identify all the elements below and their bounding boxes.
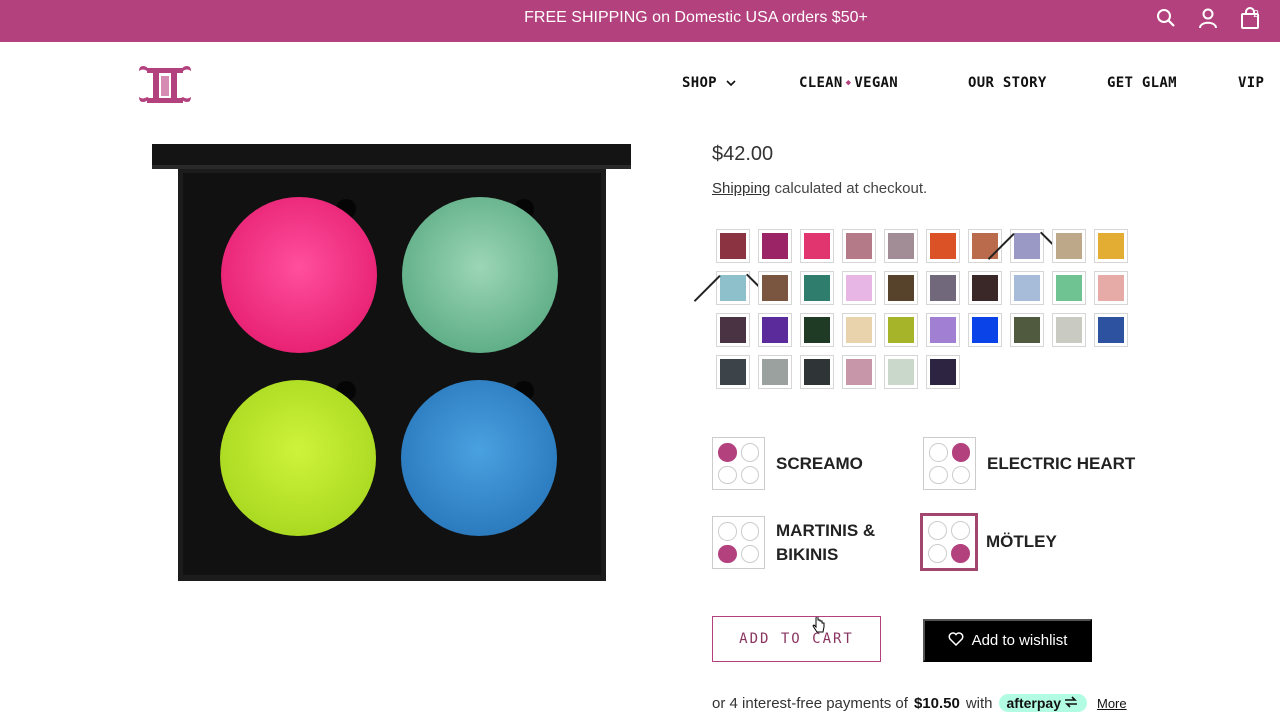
- layout-label: ELECTRIC HEART: [987, 453, 1136, 473]
- chevron-down-icon: [726, 75, 736, 91]
- product-price: $42.00: [712, 143, 774, 165]
- shade-swatch[interactable]: [884, 313, 918, 347]
- layout-icon: [712, 437, 765, 490]
- diamond-icon: ◆: [845, 78, 852, 88]
- heart-icon: [948, 631, 964, 650]
- shade-swatch[interactable]: [800, 229, 834, 263]
- layout-icon: [923, 437, 976, 490]
- cart-count: 2: [1253, 8, 1259, 20]
- shipping-note: Shipping calculated at checkout.: [712, 180, 927, 197]
- search-icon[interactable]: [1154, 6, 1178, 30]
- nav-clean-label: CLEAN: [799, 75, 843, 91]
- shade-swatch[interactable]: [1052, 313, 1086, 347]
- shade-swatch[interactable]: [968, 313, 1002, 347]
- layout-icon: [712, 516, 765, 569]
- pan-2: [402, 197, 558, 353]
- shade-swatch[interactable]: [884, 271, 918, 305]
- afterpay-amount: $10.50: [913, 694, 960, 712]
- nav-our-story[interactable]: OUR STORY: [968, 75, 1107, 91]
- announcement-text: FREE SHIPPING on Domestic USA orders $50…: [524, 9, 868, 26]
- shade-swatch[interactable]: [716, 229, 750, 263]
- main-nav: SHOP CLEAN ◆ VEGAN OUR STORY GET GLAM VI…: [682, 75, 1264, 91]
- nav-shop[interactable]: SHOP: [682, 75, 799, 91]
- nav-vip-label: VIP: [1238, 75, 1265, 91]
- announcement-bar: FREE SHIPPING on Domestic USA orders $50…: [0, 0, 1280, 42]
- shade-swatch[interactable]: [716, 355, 750, 389]
- shade-swatch[interactable]: [968, 229, 1002, 263]
- layout-label: MÖTLEY: [986, 532, 1057, 551]
- shade-swatch[interactable]: [800, 355, 834, 389]
- add-to-wishlist-button[interactable]: Add to wishlist: [923, 619, 1092, 662]
- pan-4: [401, 380, 557, 536]
- nav-get-glam-label: GET GLAM: [1107, 75, 1177, 91]
- shade-swatch-unavailable[interactable]: [1010, 229, 1044, 263]
- shade-swatch[interactable]: [1052, 229, 1086, 263]
- shade-swatch[interactable]: [926, 271, 960, 305]
- layout-label: SCREAMO: [776, 453, 863, 473]
- layout-option-electric-heart[interactable]: ELECTRIC HEART: [923, 437, 1135, 490]
- shade-swatch[interactable]: [716, 313, 750, 347]
- shade-swatch[interactable]: [1010, 313, 1044, 347]
- hand-cursor-icon: [812, 611, 826, 637]
- shade-swatch[interactable]: [758, 355, 792, 389]
- brand-logo[interactable]: [137, 62, 193, 106]
- product-image[interactable]: [150, 143, 631, 581]
- add-to-cart-button[interactable]: ADD TO CART: [712, 616, 881, 662]
- shade-swatch[interactable]: [758, 271, 792, 305]
- afterpay-note: or 4 interest-free payments of $10.50 wi…: [712, 694, 1127, 712]
- shade-swatch[interactable]: [842, 355, 876, 389]
- shipping-text: calculated at checkout.: [770, 180, 928, 197]
- shade-swatch[interactable]: [800, 271, 834, 305]
- nav-our-story-label: OUR STORY: [968, 75, 1047, 91]
- afterpay-logo: afterpay: [998, 694, 1087, 712]
- shade-swatch[interactable]: [926, 229, 960, 263]
- wishlist-label: Add to wishlist: [971, 632, 1068, 649]
- cart-icon[interactable]: 2: [1238, 6, 1262, 30]
- afterpay-with: with: [965, 694, 993, 712]
- shade-swatch[interactable]: [1010, 271, 1044, 305]
- afterpay-prefix: or 4 interest-free payments of: [712, 694, 908, 712]
- shade-swatch[interactable]: [884, 229, 918, 263]
- afterpay-more-link[interactable]: More: [1097, 696, 1127, 711]
- shade-swatch[interactable]: [842, 229, 876, 263]
- shade-swatch[interactable]: [968, 271, 1002, 305]
- pan-3: [220, 380, 376, 536]
- layout-option-screamo[interactable]: SCREAMO: [712, 437, 863, 490]
- shade-swatch[interactable]: [1094, 313, 1128, 347]
- layout-label: MARTINIS & BIKINIS: [776, 519, 875, 567]
- shade-swatch[interactable]: [1094, 271, 1128, 305]
- shade-swatch[interactable]: [1052, 271, 1086, 305]
- layout-option-motley[interactable]: MÖTLEY: [920, 513, 1057, 571]
- layout-label-line-2: BIKINIS: [776, 544, 839, 564]
- shade-swatch[interactable]: [758, 229, 792, 263]
- shade-swatch[interactable]: [926, 355, 960, 389]
- shade-swatch[interactable]: [842, 271, 876, 305]
- shade-swatch[interactable]: [758, 313, 792, 347]
- site-header: SHOP CLEAN ◆ VEGAN OUR STORY GET GLAM VI…: [0, 42, 1280, 126]
- afterpay-brand: afterpay: [1006, 695, 1061, 711]
- layout-label-line-1: MARTINIS &: [776, 520, 876, 540]
- afterpay-arrows-icon: [1063, 695, 1079, 711]
- shade-swatch[interactable]: [800, 313, 834, 347]
- shipping-link[interactable]: Shipping: [712, 180, 770, 197]
- shade-swatch[interactable]: [926, 313, 960, 347]
- shade-swatch[interactable]: [884, 355, 918, 389]
- shade-swatch[interactable]: [842, 313, 876, 347]
- layout-icon: [920, 513, 978, 571]
- nav-get-glam[interactable]: GET GLAM: [1107, 75, 1238, 91]
- account-icon[interactable]: [1196, 6, 1220, 30]
- shade-swatch[interactable]: [1094, 229, 1128, 263]
- layout-option-martinis-bikinis[interactable]: MARTINIS & BIKINIS: [712, 516, 875, 569]
- nav-shop-label: SHOP: [682, 75, 717, 91]
- nav-clean-vegan[interactable]: CLEAN ◆ VEGAN: [799, 75, 968, 91]
- pan-1: [221, 197, 377, 353]
- nav-vegan-label: VEGAN: [854, 75, 899, 91]
- shade-swatch-unavailable[interactable]: [716, 271, 750, 305]
- nav-vip[interactable]: VIP: [1238, 75, 1264, 91]
